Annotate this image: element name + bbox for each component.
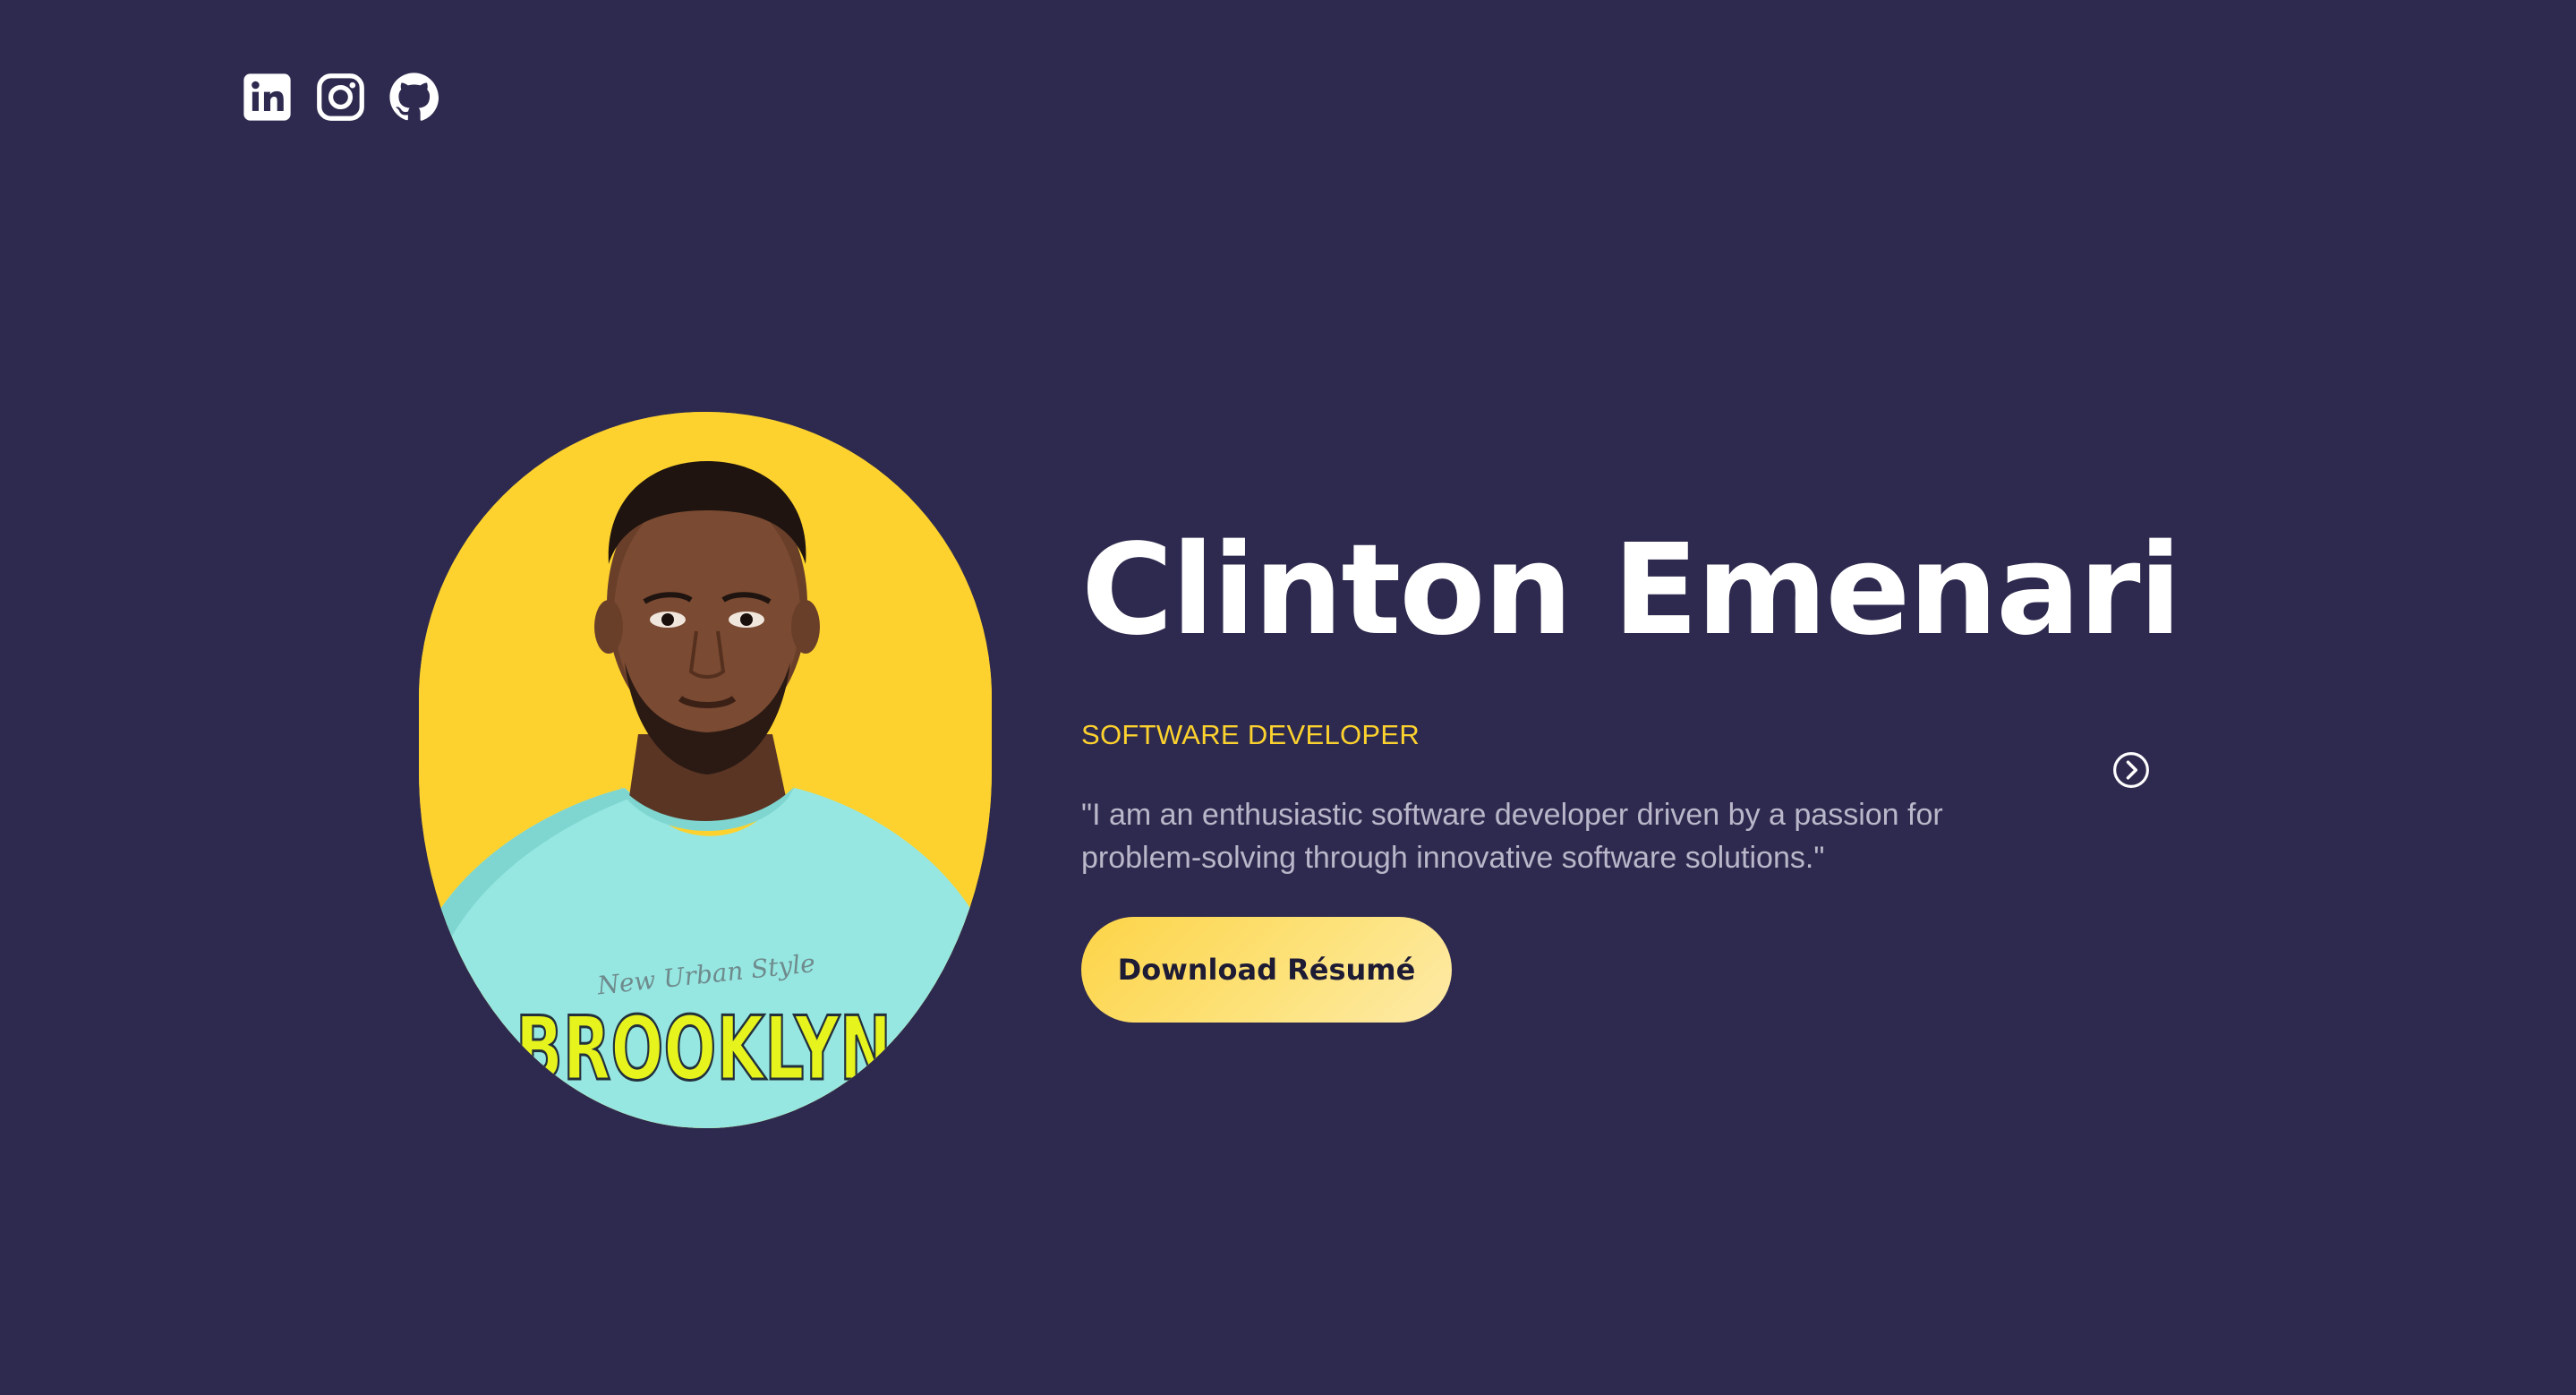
- hero-section: Clinton Emenari SOFTWARE DEVELOPER "I am…: [1081, 518, 2182, 1023]
- social-links: [242, 72, 439, 123]
- profile-role: SOFTWARE DEVELOPER: [1081, 719, 1420, 750]
- shirt-text: BROOKLYN: [516, 998, 891, 1100]
- github-icon[interactable]: [388, 72, 439, 123]
- profile-quote: "I am an enthusiastic software developer…: [1081, 798, 1943, 875]
- instagram-icon[interactable]: [315, 72, 366, 123]
- profile-photo: New Urban Style BROOKLYN: [419, 412, 992, 1128]
- chevron-right-circle-icon[interactable]: [2112, 751, 2150, 789]
- profile-name: Clinton Emenari: [1081, 518, 2182, 663]
- download-resume-button[interactable]: Download Résumé: [1081, 917, 1452, 1023]
- linkedin-icon[interactable]: [242, 72, 293, 123]
